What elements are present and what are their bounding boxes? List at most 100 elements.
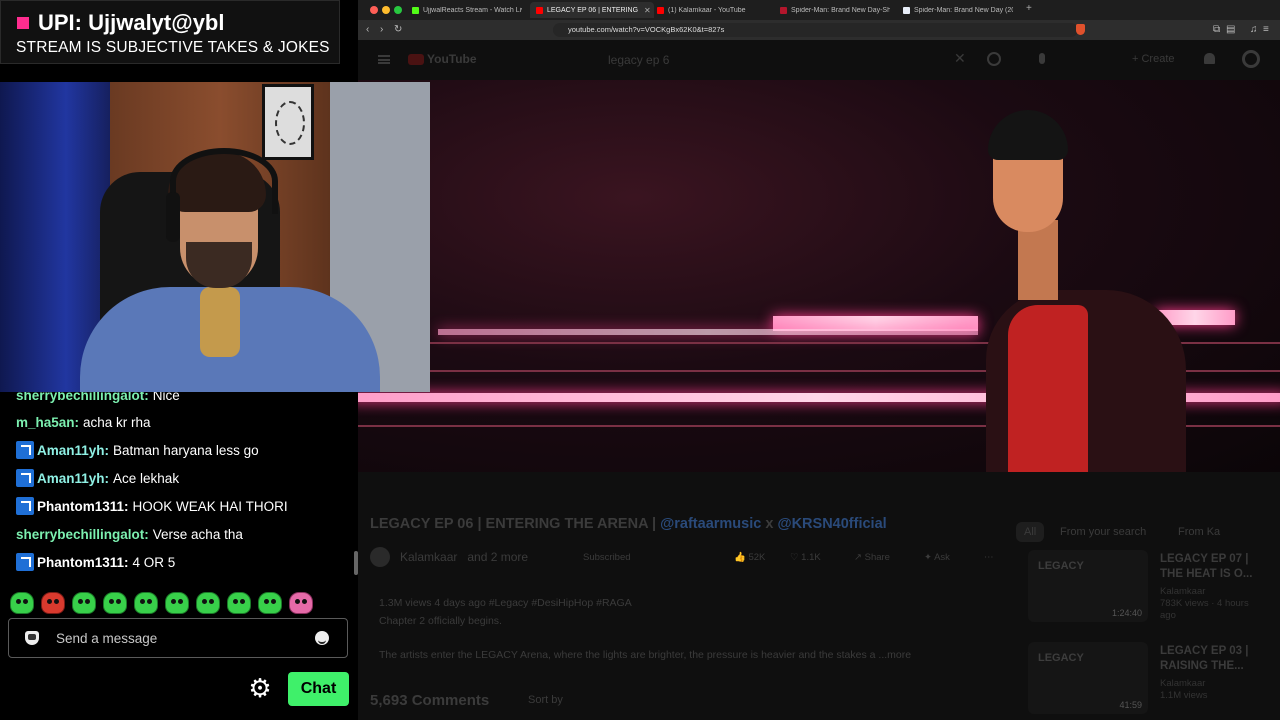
search-input[interactable]: legacy ep 6: [608, 53, 669, 67]
artist-link[interactable]: @raftaarmusic: [660, 516, 761, 532]
recommendation-meta: 1.1M views: [1160, 690, 1208, 701]
recommendation-title[interactable]: LEGACY EP 07 | THE HEAT IS O...: [1160, 552, 1255, 582]
emote-bar: [10, 592, 313, 616]
youtube-header: YouTube legacy ep 6 ✕ + Create: [358, 40, 1280, 80]
emote-icon[interactable]: [289, 592, 313, 614]
brave-shield-icon[interactable]: [1076, 24, 1085, 35]
close-tab-icon[interactable]: ✕: [644, 6, 651, 15]
back-icon[interactable]: ‹: [366, 24, 369, 36]
more-actions-icon[interactable]: ⋯: [984, 552, 994, 563]
spiderman-icon: [780, 6, 787, 14]
notifications-bell-icon[interactable]: [1204, 53, 1215, 64]
chip-all[interactable]: All: [1016, 522, 1045, 542]
emote-icon[interactable]: [165, 592, 189, 614]
artist-link[interactable]: @KRSN40fficial: [777, 516, 886, 532]
chat-username[interactable]: Phantom1311:: [37, 499, 129, 514]
chat-message: sherrybechillingalot: Verse acha tha: [16, 523, 243, 545]
chip-from-channel[interactable]: From Ka: [1170, 522, 1228, 542]
channel-name[interactable]: Kalamkaar: [400, 550, 457, 564]
emote-icon[interactable]: [258, 592, 282, 614]
chat-message-input[interactable]: Send a message: [8, 618, 348, 658]
tab-spiderman-movie[interactable]: Spider-Man: Brand New Day (2026: [903, 2, 1013, 18]
tab-legacy-ep06[interactable]: LEGACY EP 06 | ENTERING ✕: [530, 2, 654, 18]
video-player[interactable]: [358, 80, 1280, 472]
recommendation-thumbnail[interactable]: LEGACY 41:59: [1028, 642, 1148, 714]
channel-avatar[interactable]: [370, 547, 390, 567]
ask-button[interactable]: ✦ Ask: [924, 552, 950, 563]
subscriber-badge-icon: [16, 553, 34, 571]
share-button[interactable]: ↗ Share: [854, 552, 890, 563]
search-icon[interactable]: [987, 52, 1001, 66]
like-button[interactable]: 👍 52K: [734, 552, 765, 563]
emote-icon[interactable]: [10, 592, 34, 614]
subscribed-button[interactable]: Subscribed: [583, 552, 631, 563]
browser-window: UjjwalReacts Stream - Watch Live LEGACY …: [358, 0, 1280, 720]
video-meta: 1.3M views 4 days ago #Legacy #DesiHipHo…: [379, 597, 632, 609]
emote-icon[interactable]: [103, 592, 127, 614]
tab-spiderman-show[interactable]: Spider-Man: Brand New Day-Show: [780, 2, 890, 18]
chat-text: acha kr rha: [83, 414, 151, 430]
media-icon[interactable]: ♫: [1250, 24, 1258, 36]
emote-icon[interactable]: [72, 592, 96, 614]
clear-search-icon[interactable]: ✕: [954, 50, 966, 67]
channel-more[interactable]: and 2 more: [467, 550, 528, 564]
create-button[interactable]: + Create: [1132, 53, 1175, 65]
emote-icon[interactable]: [41, 592, 65, 614]
chat-input-placeholder[interactable]: Send a message: [56, 631, 315, 646]
headphones-icon: [170, 148, 278, 214]
subscriber-badge-icon: [16, 497, 34, 515]
emote-icon[interactable]: [196, 592, 220, 614]
recommendation-title[interactable]: LEGACY EP 03 | RAISING THE...: [1160, 644, 1255, 674]
pink-square-icon: [17, 17, 29, 29]
sidebar-icon[interactable]: ▤: [1226, 24, 1235, 36]
chat-text: Batman haryana less go: [113, 442, 259, 458]
kick-icon: [412, 6, 419, 14]
wall-frame-image: [262, 84, 314, 160]
recommendation-thumbnail[interactable]: LEGACY 1:24:40: [1028, 550, 1148, 622]
recommendation-meta: 783K views · 4 hours ago: [1160, 598, 1249, 621]
chat-message: m_ha5an: acha kr rha: [16, 411, 151, 433]
recommendation-channel[interactable]: Kalamkaar: [1160, 678, 1255, 690]
address-bar: ‹ › ↻ youtube.com/watch?v=VOCKgBx62K0&t=…: [358, 20, 1280, 40]
description-line: Chapter 2 officially begins.: [379, 615, 502, 627]
tab-kick-stream[interactable]: UjjwalReacts Stream - Watch Live: [412, 2, 522, 18]
reload-icon[interactable]: ↻: [394, 24, 402, 36]
url-field[interactable]: youtube.com/watch?v=VOCKgBx62K0&t=827s: [553, 23, 1078, 37]
maximize-window-icon[interactable]: [394, 6, 402, 14]
chat-message: Aman11yh: Ace lekhak: [16, 467, 179, 489]
chat-username[interactable]: m_ha5an:: [16, 415, 79, 430]
comment-count-button[interactable]: ♡ 1.1K: [790, 552, 821, 563]
extensions-icon[interactable]: ⧉: [1213, 24, 1220, 36]
microphone-icon[interactable]: [1039, 53, 1045, 64]
emote-icon[interactable]: [227, 592, 251, 614]
minimize-window-icon[interactable]: [382, 6, 390, 14]
youtube-logo[interactable]: YouTube: [408, 52, 477, 66]
chat-username[interactable]: Phantom1311:: [37, 555, 129, 570]
channel-row: Kalamkaar and 2 more: [370, 547, 528, 567]
chip-from-search[interactable]: From your search: [1052, 522, 1154, 542]
description-line: The artists enter the LEGACY Arena, wher…: [379, 649, 912, 661]
show-more-link[interactable]: ...more: [878, 649, 911, 661]
stream-subtitle: STREAM IS SUBJECTIVE TAKES & JOKES: [16, 39, 330, 56]
sort-by-button[interactable]: Sort by: [528, 694, 563, 706]
chat-username[interactable]: Aman11yh:: [37, 471, 109, 486]
shield-icon[interactable]: [25, 631, 39, 645]
chat-send-button[interactable]: Chat: [288, 672, 349, 706]
new-tab-icon[interactable]: +: [1026, 3, 1032, 14]
tab-kalamkaar[interactable]: (1) Kalamkaar - YouTube: [657, 2, 767, 18]
chat-username[interactable]: Aman11yh:: [37, 443, 109, 458]
account-avatar[interactable]: [1242, 50, 1260, 68]
close-window-icon[interactable]: [370, 6, 378, 14]
subscriber-badge-icon: [16, 441, 34, 459]
menu-dots-icon[interactable]: ≡: [1263, 24, 1269, 36]
hamburger-menu-icon[interactable]: [378, 55, 390, 64]
youtube-icon: [536, 6, 543, 14]
tab-bar: UjjwalReacts Stream - Watch Live LEGACY …: [358, 0, 1280, 20]
emote-icon[interactable]: [134, 592, 158, 614]
emoji-picker-icon[interactable]: [315, 631, 329, 645]
chat-username[interactable]: sherrybechillingalot:: [16, 527, 149, 542]
subscriber-badge-icon: [16, 469, 34, 487]
gear-icon[interactable]: ⚙: [248, 675, 272, 701]
forward-icon[interactable]: ›: [380, 24, 383, 36]
recommendation-channel[interactable]: Kalamkaar: [1160, 586, 1255, 598]
